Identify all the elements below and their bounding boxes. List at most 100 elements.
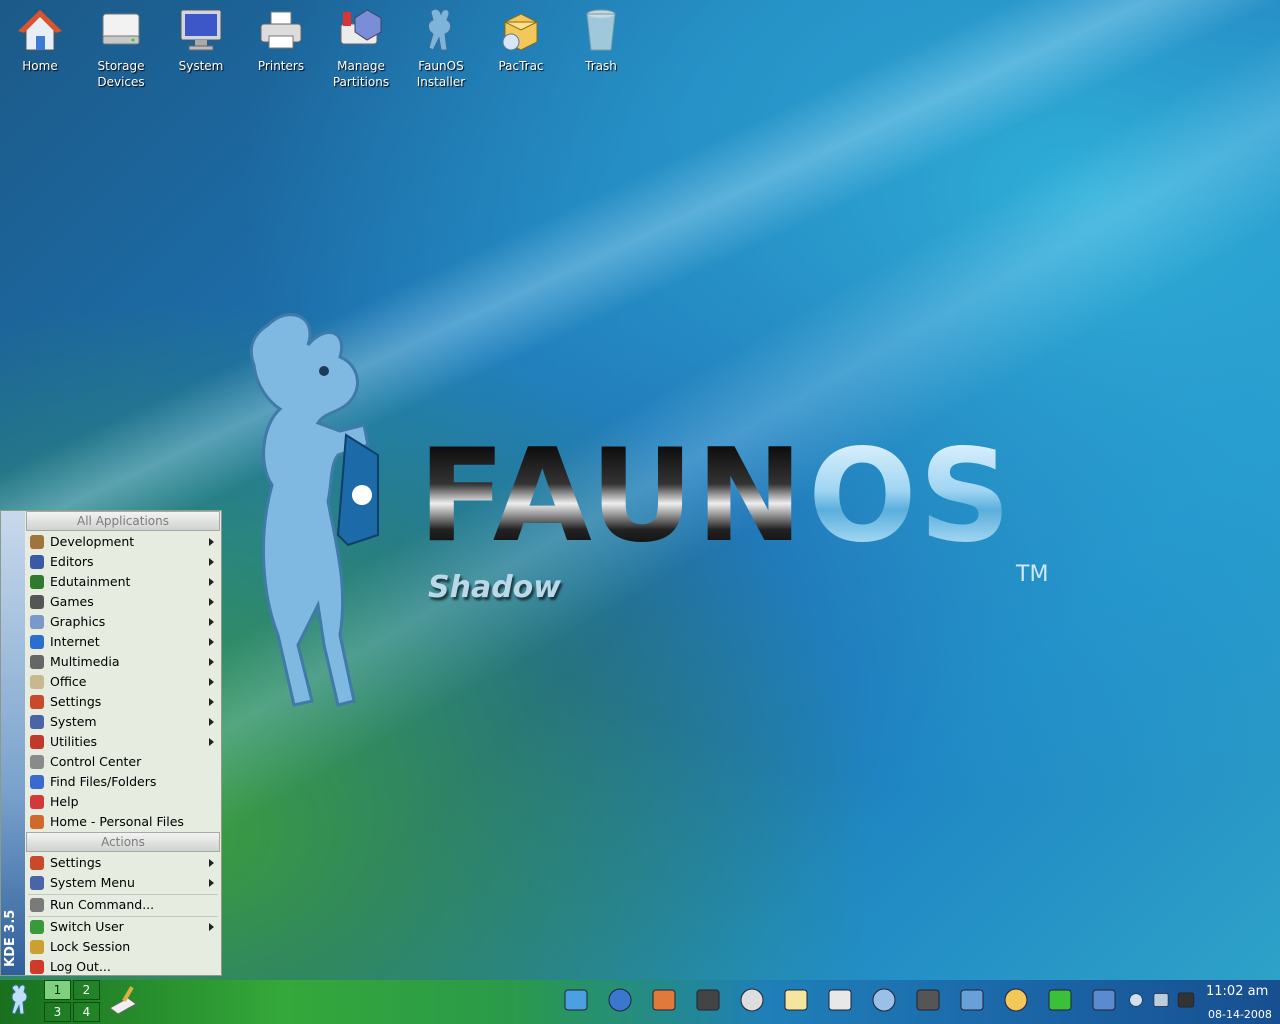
menu-item-home-personal-files[interactable]: Home - Personal Files	[26, 812, 220, 832]
menu-item-label: Switch User	[50, 919, 124, 934]
pager-desktop-3[interactable]: 3	[44, 1002, 71, 1022]
desktop-icon-label: FaunOS Installer	[416, 59, 466, 89]
browser-icon[interactable]	[1090, 986, 1118, 1014]
action-item-settings[interactable]: Settings	[26, 853, 220, 873]
action-item-switch-user[interactable]: Switch User	[26, 917, 220, 937]
menu-item-icon	[30, 655, 44, 669]
desktop-icon-label: Manage Partitions	[332, 59, 390, 89]
menu-item-label: Find Files/Folders	[50, 774, 157, 789]
menu-item-icon	[30, 940, 44, 954]
desktop-icon-label: PacTrac	[498, 59, 544, 73]
action-item-lock-session[interactable]: Lock Session	[26, 937, 220, 957]
menu-item-label: Development	[50, 534, 135, 549]
clock-time[interactable]: 11:02 am	[1206, 984, 1268, 999]
menu-item-label: Games	[50, 594, 94, 609]
desktop-icon-label: Printers	[257, 59, 305, 73]
menu-item-label: Run Command...	[50, 897, 155, 912]
taskbar	[0, 980, 1280, 1024]
show-desktop-icon[interactable]	[106, 984, 140, 1016]
desktop-icon-label: Home	[22, 59, 58, 73]
menu-item-label: Office	[50, 674, 87, 689]
monitor-icon	[180, 9, 222, 51]
menu-item-label: Control Center	[50, 754, 142, 769]
terminal-icon[interactable]	[694, 986, 722, 1014]
package-icon	[502, 13, 538, 51]
menu-item-development[interactable]: Development	[26, 532, 220, 552]
network-icon[interactable]	[1152, 991, 1170, 1009]
kmenu-launcher-button[interactable]	[4, 982, 40, 1018]
menu-item-graphics[interactable]: Graphics	[26, 612, 220, 632]
pager-desktop-2[interactable]: 2	[73, 980, 100, 1000]
menu-item-label: Editors	[50, 554, 94, 569]
notepad-icon[interactable]	[782, 986, 810, 1014]
pager-desktop-4[interactable]: 4	[73, 1002, 100, 1022]
desktop-icon-trash[interactable]: Trash	[563, 6, 639, 74]
menu-item-icon	[30, 555, 44, 569]
action-item-run-command[interactable]: Run Command...	[26, 895, 220, 915]
mail-icon[interactable]	[958, 986, 986, 1014]
submenu-arrow-icon	[209, 638, 214, 646]
menu-item-icon	[30, 920, 44, 934]
desktop-icon-home[interactable]: Home	[2, 6, 78, 74]
menu-item-icon	[30, 575, 44, 589]
action-item-log-out[interactable]: Log Out...	[26, 957, 220, 977]
menu-item-icon	[30, 735, 44, 749]
menu-item-multimedia[interactable]: Multimedia	[26, 652, 220, 672]
desktop-icon-system[interactable]: System	[163, 6, 239, 74]
volume-icon[interactable]	[1128, 992, 1144, 1008]
desktop-icon-manage-partitions[interactable]: Manage Partitions	[323, 6, 399, 90]
desktop-icon-faunos-installer[interactable]: FaunOS Installer	[403, 6, 479, 90]
menu-item-find-files-folders[interactable]: Find Files/Folders	[26, 772, 220, 792]
submenu-arrow-icon	[209, 738, 214, 746]
faunos-goat-illustration	[249, 313, 379, 707]
submenu-arrow-icon	[209, 678, 214, 686]
menu-item-editors[interactable]: Editors	[26, 552, 220, 572]
partition-icon	[340, 9, 382, 45]
clock-date: 08-14-2008	[1208, 1008, 1272, 1021]
submenu-arrow-icon	[209, 538, 214, 546]
submenu-arrow-icon	[209, 658, 214, 666]
desktop-icon-label: System	[178, 59, 224, 73]
package-icon[interactable]	[1002, 986, 1030, 1014]
menu-item-help[interactable]: Help	[26, 792, 220, 812]
wifi-icon[interactable]	[1046, 986, 1074, 1014]
drawing-icon[interactable]	[870, 986, 898, 1014]
menu-item-utilities[interactable]: Utilities	[26, 732, 220, 752]
menu-item-internet[interactable]: Internet	[26, 632, 220, 652]
menu-item-system[interactable]: System	[26, 712, 220, 732]
menu-item-icon	[30, 876, 44, 890]
menu-item-office[interactable]: Office	[26, 672, 220, 692]
action-item-system-menu[interactable]: System Menu	[26, 873, 220, 893]
menu-item-settings[interactable]: Settings	[26, 692, 220, 712]
menu-item-games[interactable]: Games	[26, 592, 220, 612]
internet-explorer-icon[interactable]	[562, 986, 590, 1014]
submenu-arrow-icon	[209, 558, 214, 566]
film-reel-icon[interactable]	[914, 986, 942, 1014]
menu-item-label: Graphics	[50, 614, 106, 629]
logo-os-text: OS	[808, 422, 1013, 571]
kde-start-menu: KDE 3.5 All Applications Actions Develop…	[0, 510, 222, 976]
desktop-icon-storage-devices[interactable]: Storage Devices	[83, 6, 159, 90]
desktop-icon-pactrac[interactable]: PacTrac	[483, 6, 559, 74]
menu-item-icon	[30, 595, 44, 609]
menu-item-icon	[30, 815, 44, 829]
home-icon[interactable]	[650, 986, 678, 1014]
menu-item-icon	[30, 615, 44, 629]
submenu-arrow-icon	[209, 923, 214, 931]
calendar-icon[interactable]	[738, 986, 766, 1014]
menu-item-control-center[interactable]: Control Center	[26, 752, 220, 772]
menu-item-icon	[30, 775, 44, 789]
menu-item-icon	[30, 960, 44, 974]
menu-item-icon	[30, 635, 44, 649]
submenu-arrow-icon	[209, 879, 214, 887]
submenu-arrow-icon	[209, 718, 214, 726]
printer-icon[interactable]	[1176, 990, 1196, 1010]
menu-item-edutainment[interactable]: Edutainment	[26, 572, 220, 592]
pager-desktop-1[interactable]: 1	[44, 980, 71, 1000]
globe-icon[interactable]	[606, 986, 634, 1014]
desktop-icon-printers[interactable]: Printers	[243, 6, 319, 74]
menu-item-icon	[30, 535, 44, 549]
menu-item-label: Internet	[50, 634, 100, 649]
documents-icon[interactable]	[826, 986, 854, 1014]
logo-trademark: TM	[1016, 562, 1049, 587]
